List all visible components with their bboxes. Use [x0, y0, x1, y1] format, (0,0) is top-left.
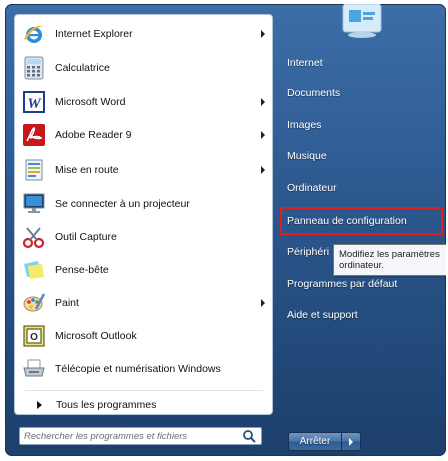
submenu-arrow-icon[interactable] — [261, 30, 265, 38]
snipping-tool-icon — [21, 224, 47, 250]
shutdown-group: Arrêter — [288, 432, 361, 451]
right-item-label: Images — [287, 119, 322, 131]
adobe-reader-icon — [21, 122, 47, 148]
program-label: Outil Capture — [55, 231, 117, 243]
submenu-arrow-icon[interactable] — [261, 98, 265, 106]
start-menu: Internet Explorer Calculatrice W Microso… — [5, 4, 446, 456]
all-programs-button[interactable]: Tous les programmes — [21, 394, 261, 416]
program-microsoft-word[interactable]: W Microsoft Word — [21, 87, 267, 117]
program-pense-bete[interactable]: Pense-bête — [21, 255, 267, 285]
right-item-label: Programmes par défaut — [287, 278, 398, 290]
right-item-documents[interactable]: Documents — [282, 81, 442, 105]
program-label: Microsoft Word — [55, 96, 126, 108]
paint-icon — [21, 290, 47, 316]
program-calculatrice[interactable]: Calculatrice — [21, 53, 267, 83]
tooltip-line1: Modifiez les paramètres — [339, 249, 440, 260]
submenu-arrow-icon[interactable] — [261, 299, 265, 307]
sticky-notes-icon — [21, 257, 47, 283]
right-item-label: Documents — [287, 87, 341, 99]
user-picture — [337, 4, 387, 38]
internet-explorer-icon — [21, 21, 47, 47]
program-label: Pense-bête — [55, 264, 109, 276]
right-item-label: Internet — [287, 57, 323, 69]
svg-text:O: O — [30, 332, 38, 343]
program-mise-en-route[interactable]: Mise en route — [21, 155, 267, 185]
separator — [25, 390, 263, 391]
right-item-label: Périphéri — [287, 246, 330, 258]
right-item-internet[interactable]: Internet — [282, 51, 442, 75]
calculator-icon — [21, 55, 47, 81]
program-paint[interactable]: Paint — [21, 288, 267, 318]
programs-pane: Internet Explorer Calculatrice W Microso… — [14, 14, 273, 415]
right-item-label: Aide et support — [287, 309, 358, 321]
program-label: Mise en route — [55, 164, 119, 176]
program-projecteur[interactable]: Se connecter à un projecteur — [21, 189, 267, 219]
search-box[interactable] — [19, 427, 262, 445]
right-item-aide-et-support[interactable]: Aide et support — [282, 303, 442, 327]
program-label: Se connecter à un projecteur — [55, 198, 190, 210]
getting-started-icon — [21, 157, 47, 183]
right-item-ordinateur[interactable]: Ordinateur — [282, 176, 442, 200]
submenu-arrow-icon[interactable] — [261, 166, 265, 174]
program-label: Microsoft Outlook — [55, 330, 137, 342]
all-programs-label: Tous les programmes — [56, 399, 157, 411]
right-item-images[interactable]: Images — [282, 113, 442, 137]
program-label: Calculatrice — [55, 62, 110, 74]
fax-scan-icon — [21, 356, 47, 382]
submenu-arrow-icon[interactable] — [261, 131, 265, 139]
search-input[interactable] — [20, 429, 242, 443]
shutdown-button[interactable]: Arrêter — [288, 432, 342, 451]
program-label: Paint — [55, 297, 79, 309]
program-outil-capture[interactable]: Outil Capture — [21, 222, 267, 252]
program-telecopie[interactable]: Télécopie et numérisation Windows — [21, 354, 267, 384]
program-label: Télécopie et numérisation Windows — [55, 363, 221, 375]
right-item-label: Musique — [287, 150, 327, 162]
word-icon: W — [21, 89, 47, 115]
program-label: Internet Explorer — [55, 28, 133, 40]
tooltip-line2: ordinateur. — [339, 260, 384, 271]
right-item-label: Ordinateur — [287, 182, 337, 194]
program-outlook[interactable]: O Microsoft Outlook — [21, 321, 267, 351]
svg-text:W: W — [27, 96, 42, 112]
projector-icon — [21, 191, 47, 217]
highlight-annotation — [280, 207, 443, 235]
search-icon[interactable] — [242, 429, 256, 443]
chevron-right-icon — [349, 437, 353, 446]
chevron-right-icon — [37, 401, 42, 409]
tooltip: Modifiez les paramètres ordinateur. — [333, 244, 446, 276]
program-label: Adobe Reader 9 — [55, 129, 132, 141]
shutdown-options-button[interactable] — [342, 432, 361, 451]
program-adobe-reader[interactable]: Adobe Reader 9 — [21, 120, 267, 150]
outlook-icon: O — [21, 323, 47, 349]
right-item-musique[interactable]: Musique — [282, 144, 442, 168]
program-internet-explorer[interactable]: Internet Explorer — [21, 19, 267, 49]
